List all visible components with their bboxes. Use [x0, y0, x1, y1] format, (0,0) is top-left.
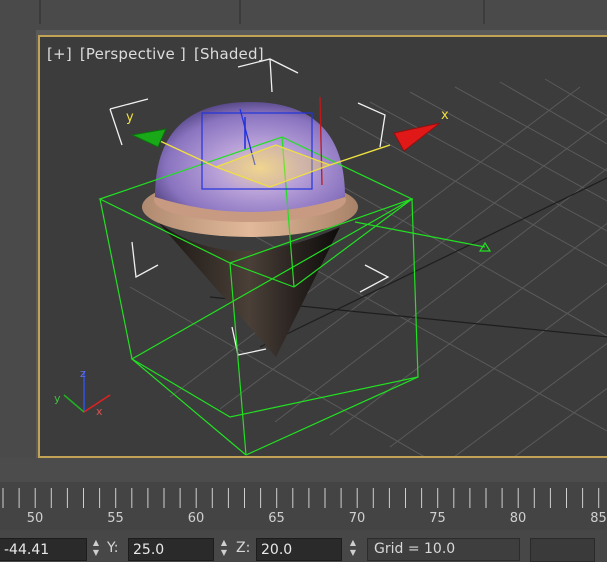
scene-canvas[interactable]: y x z x y: [40, 37, 607, 458]
viewport-bottom-strip: [0, 458, 607, 482]
timeline-tick-label: 60: [187, 511, 205, 526]
timeline-ruler[interactable]: 50 55 60 65 70 75 80 85: [0, 482, 607, 530]
left-viewport-strip: [0, 30, 36, 462]
tripod-y-label: y: [54, 392, 61, 405]
coordinate-status-bar: ▲▼ Y: ▲▼ Z: ▲▼ Grid = 10.0: [0, 530, 607, 562]
timeline-tick-label: 85: [590, 511, 607, 526]
timeline-tick-label: 55: [107, 511, 124, 526]
z-label: Z:: [236, 540, 251, 556]
tripod-x-label: x: [96, 405, 103, 418]
viewport-plus-menu[interactable]: [+]: [47, 45, 72, 63]
gizmo-x-label: x: [441, 108, 449, 123]
perspective-viewport[interactable]: y x z x y [+] [Perspective ] [Shaded]: [38, 35, 607, 458]
y-label: Y:: [107, 540, 119, 556]
grid-size-readout: Grid = 10.0: [367, 538, 520, 561]
timeline-tick-label: 50: [26, 511, 44, 526]
viewport-shading-menu[interactable]: [Shaded]: [194, 45, 264, 63]
axis-tripod: z x y: [54, 367, 111, 418]
y-spinner[interactable]: ▲ ▼: [217, 538, 231, 561]
gizmo-y-label: y: [126, 110, 134, 125]
gizmo-y-arrow[interactable]: [130, 128, 167, 148]
y-coordinate-field[interactable]: [128, 538, 214, 561]
top-toolbar-strip: [0, 0, 607, 30]
snap-toggle-button[interactable]: [530, 538, 595, 562]
timeline-tick-label: 80: [509, 511, 527, 526]
z-coordinate-field[interactable]: [256, 538, 342, 561]
timeline-tick-label: 75: [429, 511, 446, 526]
top-grid-lines: [39, 0, 485, 24]
x-spinner[interactable]: ▲ ▼: [89, 538, 103, 561]
timeline-tick-label: 70: [348, 511, 366, 526]
viewport-label: [+] [Perspective ] [Shaded]: [47, 45, 267, 63]
tripod-z-label: z: [80, 367, 86, 380]
z-spinner[interactable]: ▲ ▼: [346, 538, 360, 561]
x-coordinate-field[interactable]: [0, 538, 87, 561]
timeline-tick-label: 65: [268, 511, 285, 526]
viewport-view-menu[interactable]: [Perspective ]: [80, 45, 186, 63]
